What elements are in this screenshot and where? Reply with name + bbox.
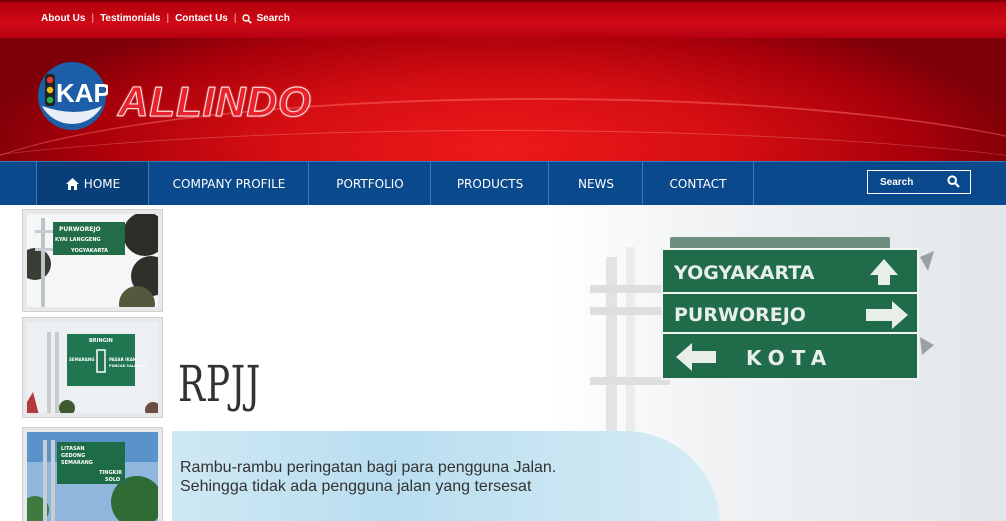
nav-company-profile[interactable]: COMPANY PROFILE: [148, 162, 309, 206]
nav-portfolio[interactable]: PORTFOLIO: [308, 162, 431, 206]
thumbnail-1[interactable]: PURWOREJO KYAI LANGGENG YOGYAKARTA: [22, 209, 163, 312]
slide-caption: Rambu-rambu peringatan bagi para penggun…: [172, 431, 720, 521]
caption-line-2: Sehingga tidak ada pengguna jalan yang t…: [180, 478, 532, 495]
traffic-light-logo-icon: KAP: [38, 62, 111, 130]
thumb3-sign-line: SEMARANG: [61, 460, 93, 466]
sign-line-kota: KOTA: [746, 346, 833, 370]
divider: |: [91, 13, 95, 24]
thumbnail-2[interactable]: BRINGIN SEMARANG PASAR IKAN PUNCAK SALAT…: [22, 317, 163, 418]
thumb3-sign-line: TINGKIR: [99, 470, 122, 476]
slide-title: RPJJ: [178, 355, 262, 413]
search-icon[interactable]: [947, 175, 960, 188]
top-links: About Us | Testimonials | Contact Us | S…: [41, 13, 290, 24]
hero-slider: YOGYAKARTA PURWOREJO KOTA PURWOREJO KYAI…: [0, 205, 1006, 521]
thumbnail-image: PURWOREJO KYAI LANGGENG YOGYAKARTA: [27, 214, 158, 307]
nav-contact-label: CONTACT: [669, 177, 727, 191]
nav-news-label: NEWS: [577, 177, 615, 191]
thumb2-sign-line: PASAR IKAN: [109, 357, 136, 362]
nav-news[interactable]: NEWS: [548, 162, 643, 206]
nav-search-input[interactable]: Search: [867, 170, 971, 194]
thumb3-sign-line: GEDONG: [61, 453, 85, 459]
logo-badge[interactable]: KAP: [36, 60, 111, 132]
nav-home[interactable]: HOME: [36, 162, 149, 206]
top-search-link[interactable]: Search: [242, 13, 290, 24]
thumb2-sign-line: SEMARANG: [69, 357, 95, 362]
sign-line-yogyakarta: YOGYAKARTA: [673, 262, 815, 284]
nav-products[interactable]: PRODUCTS: [430, 162, 549, 206]
logo-badge-text: KAP: [56, 78, 108, 108]
home-icon: [65, 178, 79, 190]
search-icon: [242, 13, 253, 24]
nav-home-label: HOME: [83, 177, 121, 191]
top-bar: About Us | Testimonials | Contact Us | S…: [0, 0, 1006, 38]
top-search-label: Search: [256, 13, 290, 24]
divider: |: [233, 13, 237, 24]
about-us-link[interactable]: About Us: [41, 13, 85, 24]
nav-contact[interactable]: CONTACT: [642, 162, 754, 206]
sign-line-purworejo: PURWOREJO: [674, 304, 806, 326]
nav-search-placeholder: Search: [880, 176, 914, 188]
thumb1-sign-line: YOGYAKARTA: [70, 248, 108, 254]
nav-products-label: PRODUCTS: [456, 177, 524, 191]
thumbnail-image: LITASAN GEDONG SEMARANG TINGKIR SOLO: [27, 432, 158, 521]
testimonials-link[interactable]: Testimonials: [100, 13, 160, 24]
thumb3-sign-line: SOLO: [105, 477, 120, 483]
contact-us-link[interactable]: Contact Us: [175, 13, 228, 24]
thumb1-sign-line: KYAI LANGGENG: [55, 237, 101, 243]
thumbnail-3[interactable]: LITASAN GEDONG SEMARANG TINGKIR SOLO: [22, 427, 163, 521]
thumbnail-image: BRINGIN SEMARANG PASAR IKAN PUNCAK SALAT…: [27, 322, 158, 413]
caption-line-1: Rambu-rambu peringatan bagi para penggun…: [180, 459, 557, 476]
thumb3-sign-line: LITASAN: [61, 446, 85, 452]
nav-portfolio-label: PORTFOLIO: [336, 177, 404, 191]
thumb2-sign-line: PUNCAK SALATIGA: [109, 364, 146, 368]
thumb2-sign-line: BRINGIN: [89, 338, 113, 344]
divider: |: [166, 13, 170, 24]
thumb1-sign-line: PURWOREJO: [59, 226, 101, 233]
nav-company-profile-label: COMPANY PROFILE: [172, 177, 286, 191]
brand-name[interactable]: ALLINDO: [118, 78, 312, 126]
main-nav: HOME COMPANY PROFILE PORTFOLIO PRODUCTS …: [0, 161, 1006, 206]
